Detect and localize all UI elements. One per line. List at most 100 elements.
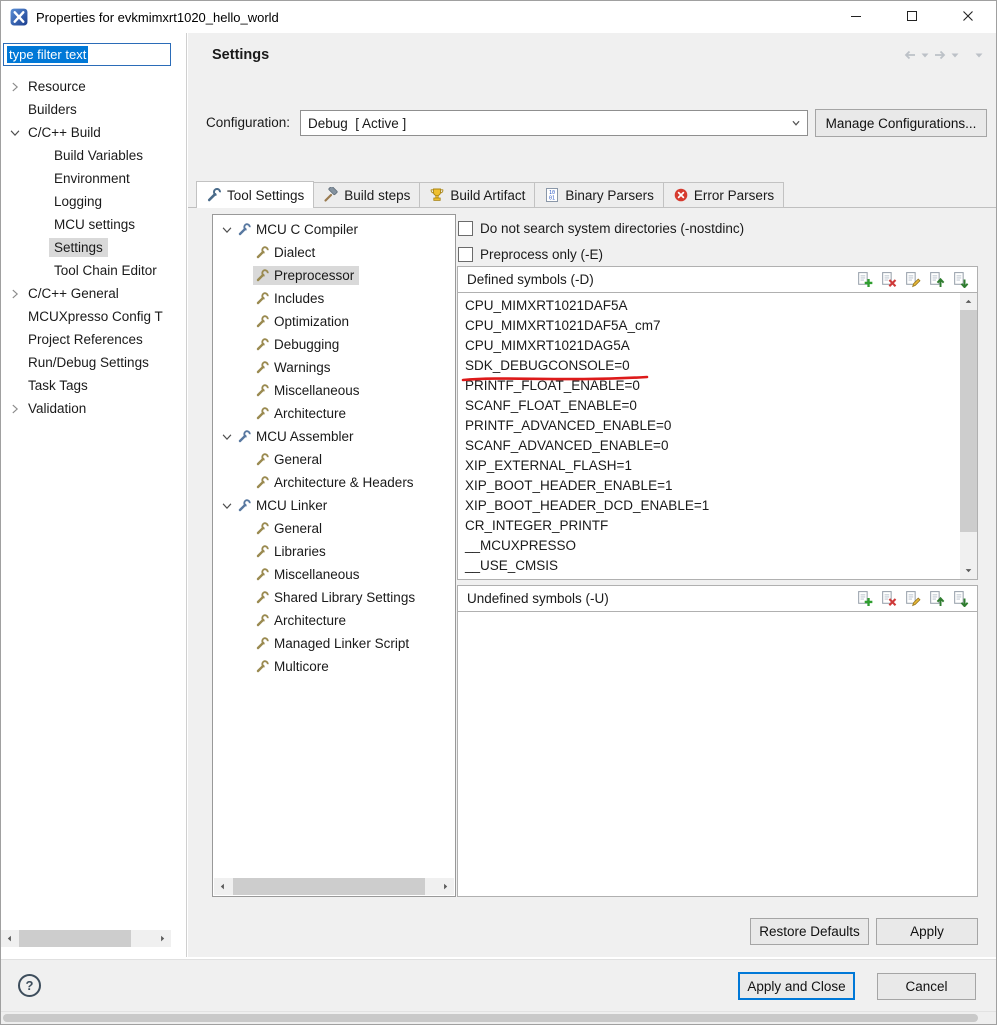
- tool-item-managed-linker-script[interactable]: Managed Linker Script: [213, 632, 455, 655]
- window-hscrollbar[interactable]: [1, 1011, 996, 1024]
- defined-symbol-item[interactable]: __USE_CMSIS: [459, 556, 959, 576]
- chevron-down-icon[interactable]: [219, 430, 235, 444]
- move-down-icon[interactable]: [952, 271, 969, 288]
- tab-build-steps[interactable]: Build steps: [313, 182, 420, 208]
- back-history-menu-icon[interactable]: [920, 47, 930, 63]
- scroll-right-icon[interactable]: [154, 930, 171, 947]
- minimize-button[interactable]: [828, 1, 884, 33]
- filter-input[interactable]: type filter text: [3, 43, 171, 66]
- move-down-icon[interactable]: [952, 590, 969, 607]
- tab-error-parsers[interactable]: Error Parsers: [663, 182, 784, 208]
- scrollbar-thumb[interactable]: [19, 930, 131, 947]
- defined-symbol-item[interactable]: SDK_DEBUGCONSOLE=0: [459, 356, 959, 376]
- scrollbar-thumb[interactable]: [960, 310, 977, 532]
- chevron-right-icon[interactable]: [7, 402, 23, 416]
- forward-history-menu-icon[interactable]: [950, 47, 960, 63]
- chevron-down-icon[interactable]: [7, 126, 23, 140]
- delete-icon[interactable]: [880, 271, 897, 288]
- apply-button[interactable]: Apply: [876, 918, 978, 945]
- undefined-symbols-list[interactable]: [457, 612, 978, 897]
- defined-symbol-item[interactable]: CPU_MIMXRT1021DAF5A_cm7: [459, 316, 959, 336]
- move-up-icon[interactable]: [928, 271, 945, 288]
- defined-symbol-item[interactable]: SCANF_ADVANCED_ENABLE=0: [459, 436, 959, 456]
- tab-tool-settings[interactable]: Tool Settings: [196, 181, 314, 208]
- scrollbar-thumb[interactable]: [233, 878, 425, 895]
- tool-item-architecture[interactable]: Architecture: [213, 609, 455, 632]
- sidebar-item-tool-chain-editor[interactable]: Tool Chain Editor: [1, 259, 185, 282]
- scroll-down-icon[interactable]: [960, 562, 977, 579]
- move-up-icon[interactable]: [928, 590, 945, 607]
- close-button[interactable]: [940, 1, 996, 33]
- defined-symbol-item[interactable]: PRINTF_ADVANCED_ENABLE=0: [459, 416, 959, 436]
- checkbox-box[interactable]: [458, 247, 473, 262]
- sidebar-item-validation[interactable]: Validation: [1, 397, 185, 420]
- tool-item-warnings[interactable]: Warnings: [213, 356, 455, 379]
- sidebar-item-mcuxpresso-config-t[interactable]: MCUXpresso Config T: [1, 305, 185, 328]
- back-arrow-icon[interactable]: [902, 47, 918, 63]
- sidebar-item-builders[interactable]: Builders: [1, 98, 185, 121]
- tool-item-multicore[interactable]: Multicore: [213, 655, 455, 678]
- defined-symbol-item[interactable]: __MCUXPRESSO: [459, 536, 959, 556]
- scrollbar-track[interactable]: [231, 878, 437, 895]
- chevron-down-icon[interactable]: [219, 223, 235, 237]
- apply-and-close-button[interactable]: Apply and Close: [738, 972, 855, 1000]
- chevron-right-icon[interactable]: [7, 80, 23, 94]
- tool-group-mcu-linker[interactable]: MCU Linker: [213, 494, 455, 517]
- sidebar-item-run-debug-settings[interactable]: Run/Debug Settings: [1, 351, 185, 374]
- maximize-button[interactable]: [884, 1, 940, 33]
- defined-symbol-item[interactable]: SCANF_FLOAT_ENABLE=0: [459, 396, 959, 416]
- checkbox-preprocess-only[interactable]: Preprocess only (-E): [458, 243, 603, 265]
- forward-arrow-icon[interactable]: [932, 47, 948, 63]
- scroll-left-icon[interactable]: [1, 930, 18, 947]
- sidebar-item-settings[interactable]: Settings: [1, 236, 185, 259]
- scrollbar-track[interactable]: [960, 310, 977, 562]
- add-icon[interactable]: [856, 590, 873, 607]
- tool-item-architecture-headers[interactable]: Architecture & Headers: [213, 471, 455, 494]
- sidebar-item-logging[interactable]: Logging: [1, 190, 185, 213]
- defined-symbol-item[interactable]: CPU_MIMXRT1021DAF5A: [459, 296, 959, 316]
- defined-symbol-item[interactable]: XIP_BOOT_HEADER_ENABLE=1: [459, 476, 959, 496]
- defined-symbol-item[interactable]: PRINTF_FLOAT_ENABLE=0: [459, 376, 959, 396]
- tool-item-general[interactable]: General: [213, 448, 455, 471]
- scroll-right-icon[interactable]: [437, 878, 454, 895]
- sidebar-hscrollbar[interactable]: [1, 930, 171, 947]
- defined-symbol-item[interactable]: CPU_MIMXRT1021DAG5A: [459, 336, 959, 356]
- defined-symbol-item[interactable]: XIP_BOOT_HEADER_DCD_ENABLE=1: [459, 496, 959, 516]
- configuration-select[interactable]: Debug [ Active ]: [300, 110, 808, 136]
- tool-item-miscellaneous[interactable]: Miscellaneous: [213, 379, 455, 402]
- add-icon[interactable]: [856, 271, 873, 288]
- tool-item-includes[interactable]: Includes: [213, 287, 455, 310]
- sidebar-item-environment[interactable]: Environment: [1, 167, 185, 190]
- defined-list-vscrollbar[interactable]: [960, 293, 977, 579]
- sidebar-item-c-c-general[interactable]: C/C++ General: [1, 282, 185, 305]
- edit-icon[interactable]: [904, 271, 921, 288]
- tool-item-general[interactable]: General: [213, 517, 455, 540]
- sidebar-item-task-tags[interactable]: Task Tags: [1, 374, 185, 397]
- delete-icon[interactable]: [880, 590, 897, 607]
- defined-symbols-list[interactable]: CPU_MIMXRT1021DAF5ACPU_MIMXRT1021DAF5A_c…: [457, 293, 978, 580]
- tool-item-preprocessor[interactable]: Preprocessor: [213, 264, 455, 287]
- sidebar-item-build-variables[interactable]: Build Variables: [1, 144, 185, 167]
- view-menu-icon[interactable]: [974, 47, 984, 63]
- chevron-down-icon[interactable]: [219, 499, 235, 513]
- tab-build-artifact[interactable]: Build Artifact: [419, 182, 535, 208]
- scrollbar-track[interactable]: [18, 930, 154, 947]
- restore-defaults-button[interactable]: Restore Defaults: [750, 918, 869, 945]
- edit-icon[interactable]: [904, 590, 921, 607]
- sidebar-item-mcu-settings[interactable]: MCU settings: [1, 213, 185, 236]
- sidebar-item-project-references[interactable]: Project References: [1, 328, 185, 351]
- defined-symbol-item[interactable]: XIP_EXTERNAL_FLASH=1: [459, 456, 959, 476]
- tool-item-shared-library-settings[interactable]: Shared Library Settings: [213, 586, 455, 609]
- tool-item-libraries[interactable]: Libraries: [213, 540, 455, 563]
- scroll-left-icon[interactable]: [214, 878, 231, 895]
- tab-binary-parsers[interactable]: 1001Binary Parsers: [534, 182, 664, 208]
- chevron-right-icon[interactable]: [7, 287, 23, 301]
- cancel-button[interactable]: Cancel: [877, 973, 976, 1000]
- tool-item-dialect[interactable]: Dialect: [213, 241, 455, 264]
- sidebar-item-c-c-build[interactable]: C/C++ Build: [1, 121, 185, 144]
- manage-configurations-button[interactable]: Manage Configurations...: [815, 109, 987, 137]
- scrollbar-thumb[interactable]: [3, 1014, 978, 1022]
- tool-item-miscellaneous[interactable]: Miscellaneous: [213, 563, 455, 586]
- tool-group-mcu-c-compiler[interactable]: MCU C Compiler: [213, 218, 455, 241]
- tool-item-optimization[interactable]: Optimization: [213, 310, 455, 333]
